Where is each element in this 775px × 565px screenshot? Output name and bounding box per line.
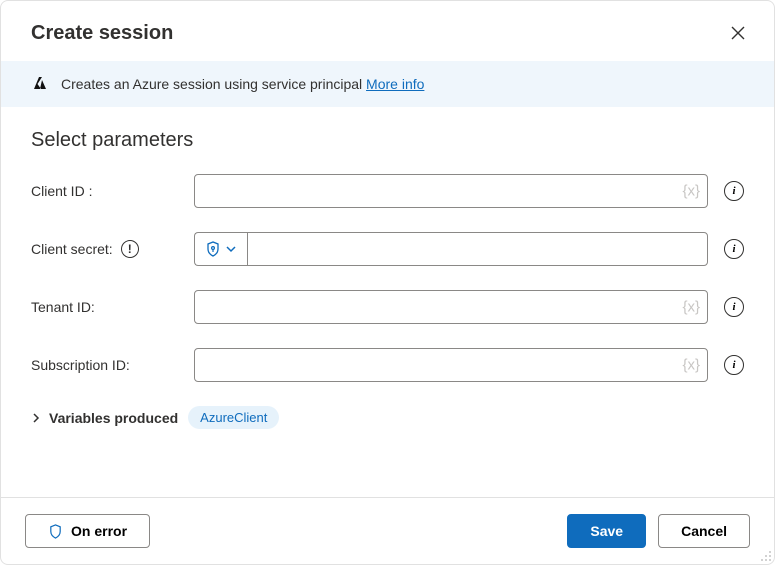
info-icon-client-secret[interactable]: i xyxy=(724,239,744,259)
on-error-label: On error xyxy=(71,523,127,539)
banner-description: Creates an Azure session using service p… xyxy=(61,76,366,92)
row-tenant-id: Tenant ID: {x} i xyxy=(31,290,744,324)
dialog-title: Create session xyxy=(31,22,173,45)
shield-icon xyxy=(48,524,63,539)
azure-icon xyxy=(31,75,49,93)
variables-produced-row: Variables produced AzureClient xyxy=(31,406,744,429)
chevron-right-icon xyxy=(31,413,41,423)
dialog-footer: On error Save Cancel xyxy=(1,497,774,564)
label-client-id: Client ID : xyxy=(31,183,186,199)
close-icon xyxy=(730,25,746,41)
cancel-button[interactable]: Cancel xyxy=(658,514,750,548)
subscription-id-input[interactable] xyxy=(194,348,708,382)
save-label: Save xyxy=(590,523,623,539)
row-client-secret: Client secret: ! i xyxy=(31,232,744,266)
dialog-header: Create session xyxy=(1,1,774,61)
label-client-secret: Client secret: ! xyxy=(31,240,186,258)
cancel-label: Cancel xyxy=(681,523,727,539)
section-title: Select parameters xyxy=(31,129,744,152)
row-client-id: Client ID : {x} i xyxy=(31,174,744,208)
warning-icon: ! xyxy=(121,240,139,258)
variable-chip[interactable]: AzureClient xyxy=(188,406,279,429)
shield-lock-icon xyxy=(205,241,221,257)
info-icon-subscription-id[interactable]: i xyxy=(724,355,744,375)
close-button[interactable] xyxy=(724,19,752,47)
more-info-link[interactable]: More info xyxy=(366,76,424,92)
info-banner: Creates an Azure session using service p… xyxy=(1,61,774,107)
on-error-button[interactable]: On error xyxy=(25,514,150,548)
dialog-content: Select parameters Client ID : {x} i Clie… xyxy=(1,107,774,497)
resize-grip-icon[interactable] xyxy=(758,548,772,562)
label-tenant-id: Tenant ID: xyxy=(31,299,186,315)
create-session-dialog: Create session Creates an Azure session … xyxy=(0,0,775,565)
client-secret-input[interactable] xyxy=(247,232,708,266)
label-subscription-id: Subscription ID: xyxy=(31,357,186,373)
info-icon-client-id[interactable]: i xyxy=(724,181,744,201)
credential-picker-button[interactable] xyxy=(194,232,247,266)
banner-text: Creates an Azure session using service p… xyxy=(61,76,424,92)
tenant-id-input[interactable] xyxy=(194,290,708,324)
client-id-input[interactable] xyxy=(194,174,708,208)
label-client-secret-text: Client secret: xyxy=(31,241,113,257)
variables-produced-label: Variables produced xyxy=(49,410,178,426)
info-icon-tenant-id[interactable]: i xyxy=(724,297,744,317)
save-button[interactable]: Save xyxy=(567,514,646,548)
row-subscription-id: Subscription ID: {x} i xyxy=(31,348,744,382)
chevron-down-icon xyxy=(225,243,237,255)
variables-produced-toggle[interactable]: Variables produced xyxy=(31,410,178,426)
